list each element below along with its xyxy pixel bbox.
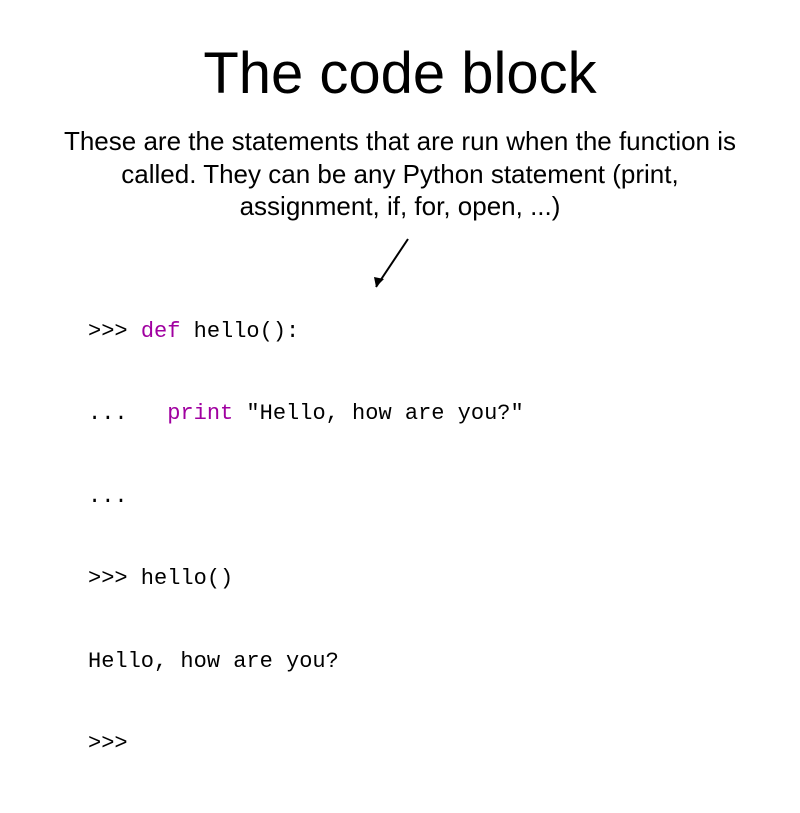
slide: The code block These are the statements …: [0, 0, 800, 813]
slide-body: These are the statements that are run wh…: [60, 125, 740, 223]
keyword-print: print: [167, 401, 233, 426]
code-line-5: Hello, how are you?: [88, 648, 740, 676]
code-line-2: ... print "Hello, how are you?": [88, 400, 740, 428]
prompt: >>>: [88, 319, 141, 344]
code-text: "Hello, how are you?": [233, 401, 523, 426]
code-line-6: >>>: [88, 730, 740, 758]
code-line-4: >>> hello(): [88, 565, 740, 593]
slide-title: The code block: [60, 40, 740, 107]
code-block: >>> def hello(): ... print "Hello, how a…: [88, 263, 740, 813]
code-line-3: ...: [88, 483, 740, 511]
code-text: hello():: [180, 319, 299, 344]
code-line-1: >>> def hello():: [88, 318, 740, 346]
keyword-def: def: [141, 319, 181, 344]
continuation-prompt: ...: [88, 484, 128, 509]
continuation-prompt: ...: [88, 401, 167, 426]
